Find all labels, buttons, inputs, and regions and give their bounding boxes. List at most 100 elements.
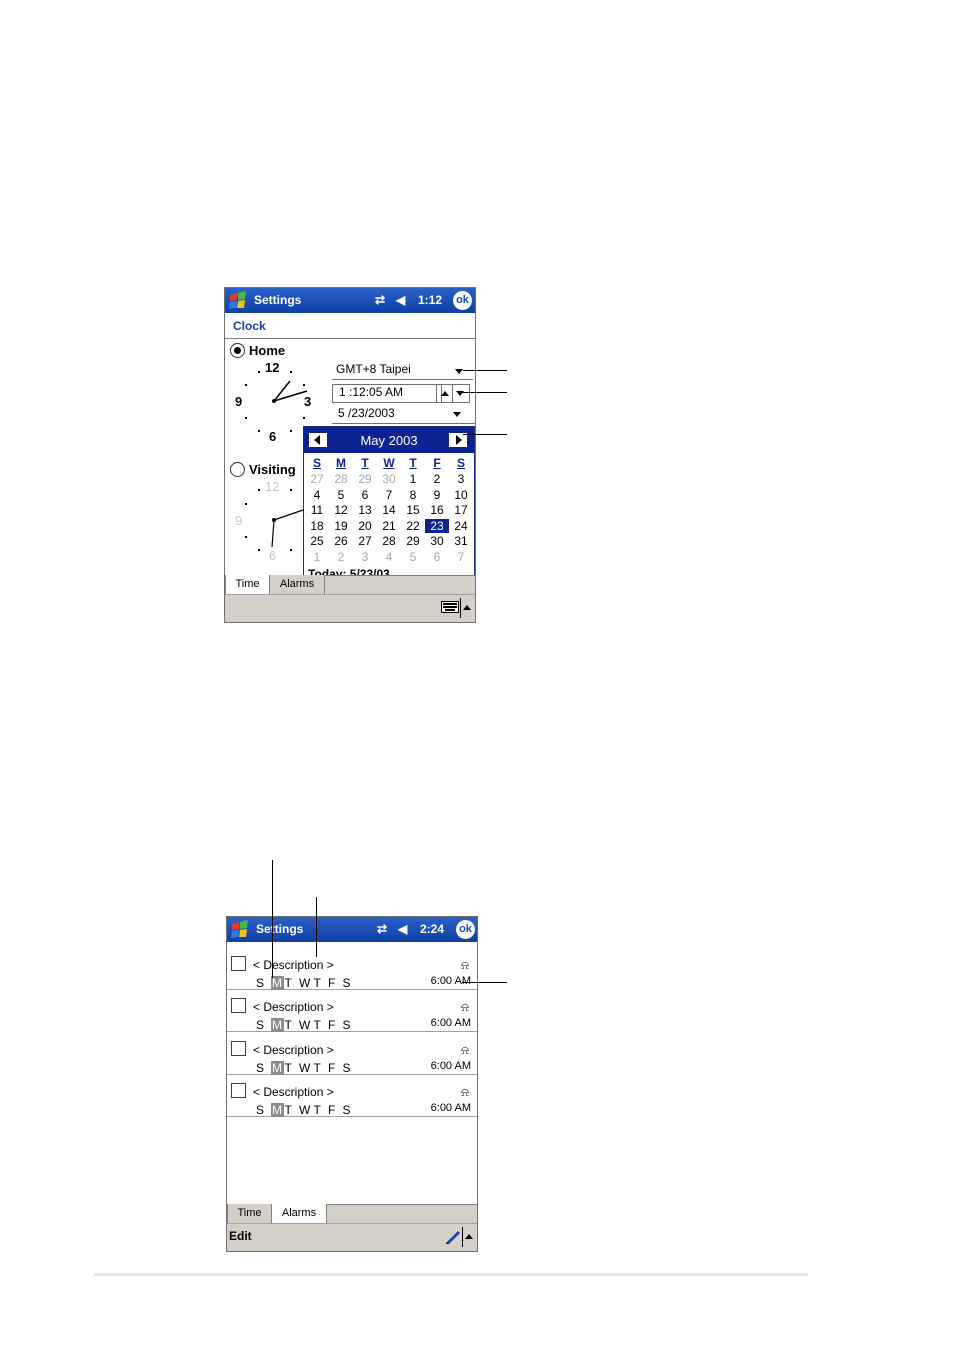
calendar-day[interactable]: 17 — [449, 503, 473, 517]
day-toggle[interactable]: S — [256, 1018, 271, 1032]
alarm-bell-icon[interactable]: ⍾ — [461, 958, 469, 973]
day-toggle[interactable]: W — [299, 976, 314, 990]
calendar-day[interactable]: 30 — [425, 534, 449, 548]
calendar-day[interactable]: 9 — [425, 488, 449, 502]
day-toggle[interactable]: F — [328, 1018, 343, 1032]
alarm-time[interactable]: 6:00 AM — [431, 1017, 471, 1029]
calendar-day[interactable]: 28 — [377, 534, 401, 548]
calendar-day[interactable]: 7 — [449, 550, 473, 564]
pen-icon[interactable] — [445, 1228, 461, 1244]
alarm-checkbox[interactable] — [231, 998, 246, 1014]
sip-toggle-arrow[interactable] — [465, 1234, 473, 1239]
calendar-day[interactable]: 28 — [329, 472, 353, 486]
calendar-day[interactable]: 8 — [401, 488, 425, 502]
calendar-day[interactable]: 18 — [305, 519, 329, 533]
timezone-select[interactable]: GMT+8 Taipei — [332, 362, 473, 380]
calendar-day[interactable]: 20 — [353, 519, 377, 533]
day-toggle[interactable]: T — [285, 1018, 300, 1032]
day-toggle[interactable]: S — [256, 976, 271, 990]
day-toggle[interactable]: T — [314, 1103, 329, 1117]
edit-menu[interactable]: Edit — [229, 1229, 252, 1243]
calendar-day[interactable]: 5 — [401, 550, 425, 564]
ok-button[interactable]: ok — [453, 291, 472, 310]
day-toggle[interactable]: S — [343, 1103, 358, 1117]
calendar-day[interactable]: 15 — [401, 503, 425, 517]
alarm-bell-icon[interactable]: ⍾ — [461, 1000, 469, 1015]
tab-alarms[interactable]: Alarms — [271, 1204, 327, 1224]
day-toggle[interactable]: F — [328, 1061, 343, 1075]
calendar-day[interactable]: 1 — [305, 550, 329, 564]
calendar-day[interactable]: 5 — [329, 488, 353, 502]
day-toggle[interactable]: T — [285, 1103, 300, 1117]
chevron-down-icon[interactable] — [455, 369, 463, 374]
calendar-day[interactable]: 14 — [377, 503, 401, 517]
tab-time[interactable]: Time — [225, 575, 270, 595]
alarm-checkbox[interactable] — [231, 1040, 246, 1056]
calendar-day[interactable]: 21 — [377, 519, 401, 533]
calendar-day[interactable]: 31 — [449, 534, 473, 548]
day-toggle[interactable]: T — [285, 976, 300, 990]
calendar-day[interactable]: 2 — [425, 472, 449, 486]
time-field[interactable]: 1 :12:05 AM — [332, 384, 442, 403]
alarm-time[interactable]: 6:00 AM — [431, 1102, 471, 1114]
day-toggle[interactable]: S — [343, 1061, 358, 1075]
sync-arrows-icon[interactable]: ⇄ — [377, 922, 387, 936]
next-month-button[interactable] — [449, 433, 467, 447]
alarm-row[interactable]: < Description > S M T W T F S ⍾ 6:00 AM — [227, 989, 477, 1033]
calendar-day[interactable]: 12 — [329, 503, 353, 517]
keyboard-icon[interactable] — [441, 601, 459, 613]
calendar-day[interactable]: 19 — [329, 519, 353, 533]
status-time[interactable]: 2:24 — [420, 922, 444, 936]
date-picker-calendar[interactable]: May 2003 S M T W T F S 27 28 29 30 1 2 3 4 5 6 7 8 9 10 11 12 1… — [303, 426, 475, 585]
calendar-day[interactable]: 29 — [353, 472, 377, 486]
speaker-icon[interactable]: ◀︎ — [396, 293, 405, 307]
windows-flag-icon[interactable] — [230, 920, 250, 939]
day-toggle[interactable]: T — [314, 1018, 329, 1032]
calendar-day[interactable]: 7 — [377, 488, 401, 502]
alarm-description[interactable]: < Description > — [253, 1043, 334, 1057]
calendar-day[interactable]: 16 — [425, 503, 449, 517]
calendar-day[interactable]: 4 — [305, 488, 329, 502]
calendar-day[interactable]: 2 — [329, 550, 353, 564]
calendar-day[interactable]: 24 — [449, 519, 473, 533]
calendar-day[interactable]: 23 — [424, 517, 450, 534]
status-time[interactable]: 1:12 — [418, 293, 442, 307]
day-toggle[interactable]: T — [314, 1061, 329, 1075]
day-toggle[interactable]: T — [285, 1061, 300, 1075]
calendar-day[interactable]: 26 — [329, 534, 353, 548]
calendar-day[interactable]: 1 — [401, 472, 425, 486]
speaker-icon[interactable]: ◀︎ — [398, 922, 407, 936]
day-toggle[interactable]: W — [299, 1018, 314, 1032]
day-toggle[interactable]: W — [299, 1061, 314, 1075]
calendar-day[interactable]: 13 — [353, 503, 377, 517]
calendar-day[interactable]: 27 — [353, 534, 377, 548]
alarm-time[interactable]: 6:00 AM — [431, 1060, 471, 1072]
calendar-day[interactable]: 30 — [377, 472, 401, 486]
alarm-row[interactable]: < Description > S M T W T F S ⍾ 6:00 AM — [227, 1032, 477, 1075]
alarm-description[interactable]: < Description > — [253, 1085, 334, 1099]
sip-toggle-arrow[interactable] — [463, 605, 471, 610]
alarm-bell-icon[interactable]: ⍾ — [461, 1043, 469, 1058]
chevron-down-icon[interactable] — [453, 412, 461, 417]
alarm-row[interactable]: < Description > S M T W T F S ⍾ 6:00 AM — [227, 1074, 477, 1117]
day-toggle[interactable]: S — [343, 976, 358, 990]
alarm-checkbox[interactable] — [231, 956, 246, 971]
alarm-checkbox[interactable] — [231, 1082, 246, 1098]
calendar-day[interactable]: 6 — [425, 550, 449, 564]
tab-time[interactable]: Time — [227, 1204, 272, 1224]
time-stepper[interactable] — [436, 384, 470, 403]
alarm-row[interactable]: < Description > S M T W T F S ⍾ 6:00 AM — [227, 947, 477, 990]
ok-button[interactable]: ok — [456, 920, 475, 939]
day-toggle[interactable]: S — [343, 1018, 358, 1032]
calendar-day[interactable]: 10 — [449, 488, 473, 502]
calendar-day[interactable]: 25 — [305, 534, 329, 548]
tab-alarms[interactable]: Alarms — [269, 575, 325, 595]
day-toggle[interactable]: W — [299, 1103, 314, 1117]
day-toggle[interactable]: T — [314, 976, 329, 990]
alarm-description[interactable]: < Description > — [253, 1000, 334, 1014]
day-toggle[interactable]: F — [328, 976, 343, 990]
sync-arrows-icon[interactable]: ⇄ — [375, 293, 385, 307]
calendar-day[interactable]: 3 — [353, 550, 377, 564]
calendar-day[interactable]: 22 — [401, 519, 425, 533]
day-toggle[interactable]: S — [256, 1103, 271, 1117]
